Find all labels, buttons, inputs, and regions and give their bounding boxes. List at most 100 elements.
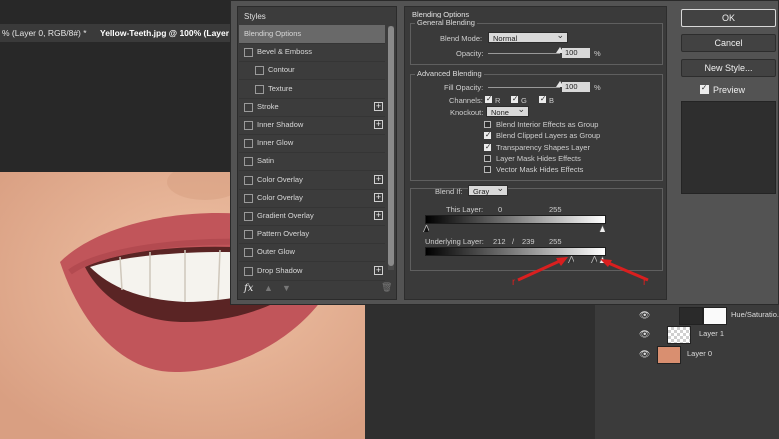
advanced-option-checkbox[interactable] bbox=[484, 154, 491, 162]
cancel-button[interactable]: Cancel bbox=[681, 34, 776, 52]
eye-icon[interactable]: 👁 bbox=[639, 329, 650, 339]
new-style-button[interactable]: New Style... bbox=[681, 59, 776, 77]
style-item-label: Inner Glow bbox=[257, 138, 294, 148]
advanced-option-checkbox[interactable] bbox=[484, 121, 491, 128]
layer-row[interactable]: 👁 Hue/Saturatio... bbox=[595, 305, 779, 325]
underlying-split-low: 212 bbox=[493, 237, 506, 246]
channel-b-checkbox[interactable] bbox=[539, 94, 546, 103]
this-layer-high-value: 255 bbox=[549, 205, 562, 214]
fill-opacity-input[interactable]: 100 bbox=[562, 82, 590, 92]
style-item-label: Texture bbox=[268, 83, 293, 93]
style-item[interactable]: Inner Shadow + bbox=[239, 116, 385, 135]
style-item[interactable]: Pattern Overlay bbox=[239, 225, 385, 245]
annotation-arrows bbox=[517, 257, 649, 282]
style-checkbox[interactable] bbox=[244, 193, 253, 203]
style-checkbox[interactable] bbox=[255, 66, 264, 76]
fill-opacity-slider[interactable] bbox=[488, 87, 560, 88]
layer-row[interactable]: 👁 Layer 0 bbox=[595, 344, 779, 364]
style-item[interactable]: Inner Glow bbox=[239, 134, 385, 154]
style-item[interactable]: Color Overlay + bbox=[239, 189, 385, 208]
layer-row[interactable]: 👁 Layer 1 bbox=[595, 324, 779, 344]
style-item[interactable]: Blending Options bbox=[239, 25, 385, 44]
opacity-unit: % bbox=[594, 49, 601, 58]
fx-button[interactable]: fx bbox=[244, 283, 253, 294]
style-item-label: Gradient Overlay bbox=[257, 211, 314, 220]
add-effect-icon[interactable]: + bbox=[374, 192, 383, 202]
style-item[interactable]: Gradient Overlay + bbox=[239, 207, 385, 226]
style-checkbox[interactable] bbox=[244, 175, 253, 185]
trash-icon[interactable]: 🗑 bbox=[381, 282, 392, 293]
move-up-icon[interactable]: ▲ bbox=[264, 283, 273, 293]
style-checkbox[interactable] bbox=[244, 248, 253, 258]
preview-label: Preview bbox=[713, 85, 746, 95]
style-checkbox[interactable] bbox=[255, 84, 264, 94]
advanced-option-checkbox[interactable] bbox=[484, 166, 491, 174]
canvas-empty-area bbox=[365, 305, 595, 439]
style-checkbox[interactable] bbox=[244, 266, 253, 276]
advanced-option-label: Blend Interior Effects as Group bbox=[496, 120, 599, 129]
advanced-option-label: Vector Mask Hides Effects bbox=[496, 165, 584, 175]
add-effect-icon[interactable]: + bbox=[374, 265, 383, 275]
blend-if-select[interactable]: Gray bbox=[468, 183, 508, 196]
style-checkbox[interactable] bbox=[244, 157, 253, 167]
style-checkbox[interactable] bbox=[244, 139, 253, 149]
underlying-split-high: 239 bbox=[522, 237, 535, 246]
advanced-blending-title: Advanced Blending bbox=[415, 69, 484, 78]
this-layer-black-slider[interactable] bbox=[423, 225, 429, 232]
add-effect-icon[interactable]: + bbox=[374, 174, 383, 184]
style-item-label: Inner Shadow bbox=[257, 120, 304, 129]
style-item[interactable]: Color Overlay + bbox=[239, 171, 385, 190]
layers-panel: 👁 Hue/Saturatio... 👁 Layer 1 👁 Layer 0 bbox=[595, 305, 779, 439]
blend-mode-select[interactable]: Normal bbox=[488, 30, 568, 43]
eye-icon[interactable]: 👁 bbox=[639, 349, 650, 359]
style-item[interactable]: Contour bbox=[239, 61, 385, 81]
knockout-select[interactable]: None bbox=[486, 104, 529, 117]
add-effect-icon[interactable]: + bbox=[374, 211, 383, 220]
style-preview-swatch bbox=[681, 101, 776, 194]
layer-name: Hue/Saturatio... bbox=[731, 310, 779, 319]
channel-g-checkbox[interactable] bbox=[511, 94, 518, 103]
ok-button[interactable]: OK bbox=[681, 9, 776, 27]
style-item[interactable]: Bevel & Emboss bbox=[239, 43, 385, 63]
style-checkbox[interactable] bbox=[244, 121, 253, 130]
advanced-option-checkbox[interactable] bbox=[484, 142, 491, 151]
style-item-label: Contour bbox=[268, 65, 295, 75]
style-checkbox[interactable] bbox=[244, 230, 253, 240]
this-layer-white-slider[interactable] bbox=[599, 225, 605, 232]
style-item[interactable]: Stroke + bbox=[239, 98, 385, 117]
layer-name: Layer 0 bbox=[687, 349, 713, 358]
document-tab-2[interactable]: Yellow-Teeth.jpg @ 100% (Layer 2, R bbox=[100, 24, 247, 42]
document-tab-1[interactable]: % (Layer 0, RGB/8#) * bbox=[2, 24, 87, 42]
style-checkbox[interactable] bbox=[244, 212, 253, 221]
style-item[interactable]: Drop Shadow + bbox=[239, 262, 385, 281]
layer-thumbnail bbox=[657, 346, 681, 364]
adjustment-icon bbox=[679, 307, 703, 325]
advanced-option-checkbox[interactable] bbox=[484, 130, 491, 140]
preview-checkbox[interactable] bbox=[700, 83, 709, 94]
style-item-label: Outer Glow bbox=[257, 247, 295, 257]
style-item-label: Satin bbox=[257, 156, 275, 166]
blend-mode-label: Blend Mode: bbox=[440, 34, 483, 43]
eye-icon[interactable]: 👁 bbox=[639, 310, 650, 320]
styles-scrollbar-thumb[interactable] bbox=[388, 26, 394, 266]
style-item[interactable]: Satin bbox=[239, 152, 385, 172]
style-item[interactable]: Texture bbox=[239, 80, 385, 99]
general-blending-group bbox=[410, 23, 663, 65]
add-effect-icon[interactable]: + bbox=[374, 101, 383, 111]
opacity-label: Opacity: bbox=[456, 49, 484, 58]
style-item-label: Stroke bbox=[257, 101, 279, 111]
channel-r-label: R bbox=[495, 96, 501, 105]
style-checkbox[interactable] bbox=[244, 48, 253, 58]
style-checkbox[interactable] bbox=[244, 102, 253, 112]
annotation-left-mark: r bbox=[512, 277, 516, 288]
add-effect-icon[interactable]: + bbox=[374, 120, 383, 129]
channel-r-checkbox[interactable] bbox=[485, 94, 492, 103]
knockout-label: Knockout: bbox=[450, 108, 484, 117]
document-tab-bar: % (Layer 0, RGB/8#) * Yellow-Teeth.jpg @… bbox=[0, 24, 247, 42]
fill-opacity-label: Fill Opacity: bbox=[444, 83, 484, 92]
move-down-icon[interactable]: ▼ bbox=[282, 283, 291, 293]
style-item[interactable]: Outer Glow bbox=[239, 243, 385, 263]
opacity-input[interactable]: 100 bbox=[562, 48, 590, 58]
opacity-slider[interactable] bbox=[488, 53, 560, 54]
this-layer-label: This Layer: bbox=[446, 205, 484, 214]
